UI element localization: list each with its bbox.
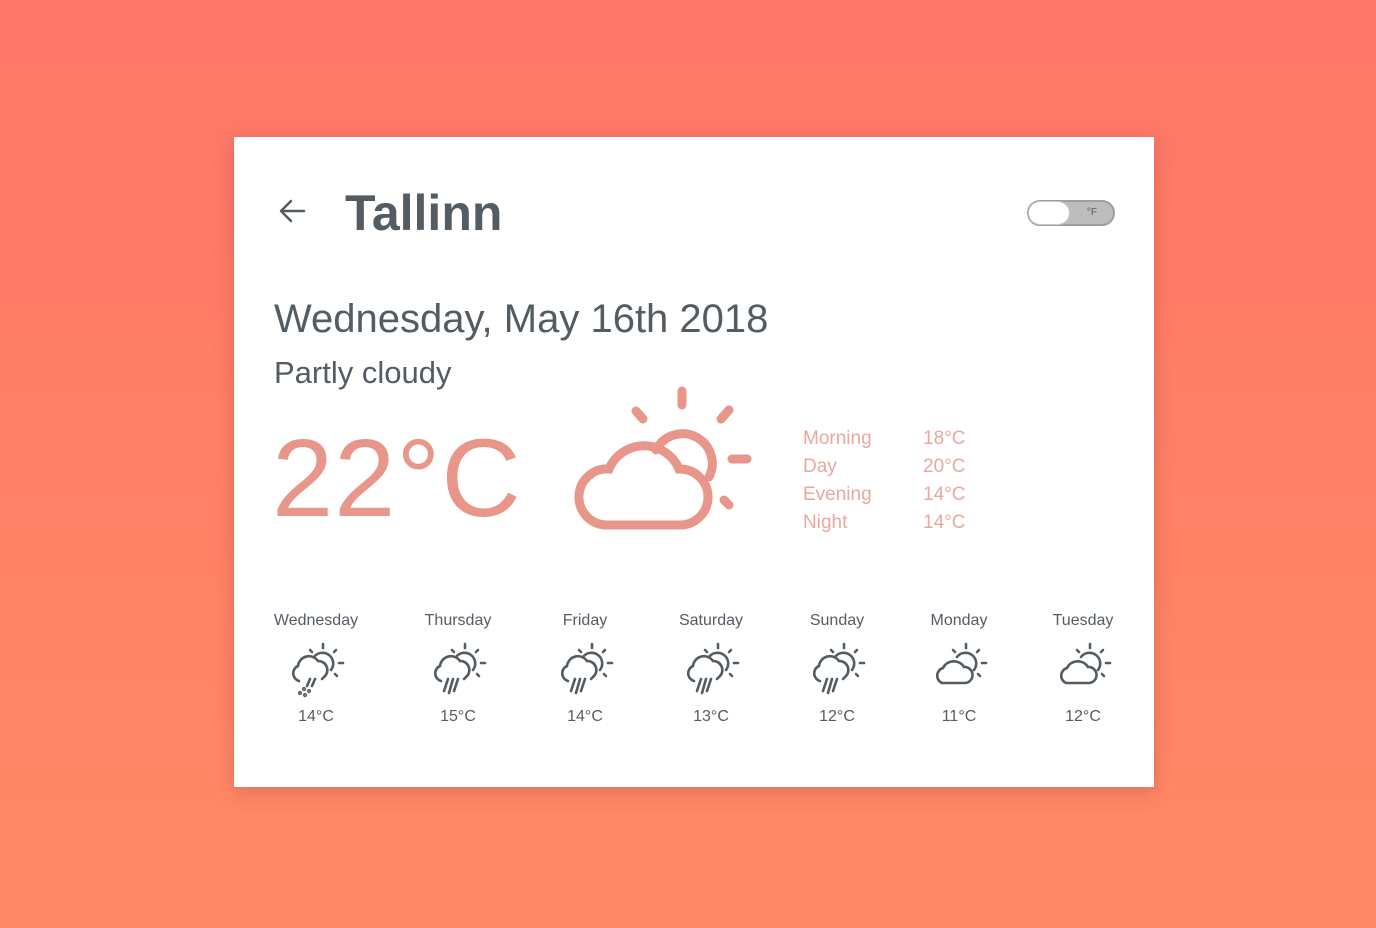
sun-cloud-rain-icon (560, 642, 614, 695)
forecast-day-name: Tuesday (1052, 612, 1114, 629)
sun-cloud-rain-icon (686, 642, 740, 695)
forecast-day[interactable]: Friday 14°C (530, 609, 640, 727)
forecast-day-temp: 12°C (1065, 708, 1101, 725)
forecast-day-temp: 15°C (440, 708, 476, 725)
day-part-row: Day 20°C (803, 453, 1003, 481)
city-title: Tallinn (345, 185, 503, 241)
day-part-temp: 18°C (923, 428, 966, 449)
forecast-day[interactable]: Saturday 13°C (656, 609, 766, 727)
sun-cloud-rain-icon (433, 642, 487, 695)
forecast-day[interactable]: Sunday 12°C (782, 609, 892, 727)
day-part-name: Evening (803, 484, 872, 505)
forecast-day-temp: 11°C (941, 708, 977, 725)
day-parts-list: Morning 18°C Day 20°C Evening 14°C Night… (803, 425, 1003, 537)
forecast-day-name: Thursday (424, 612, 492, 629)
forecast-day-name: Wednesday (273, 612, 359, 629)
current-temperature: 22°C (272, 417, 522, 540)
forecast-day-temp: 13°C (693, 708, 729, 725)
weekly-forecast: Wednesday 14°C Thursday 15°C Friday 14°C… (234, 609, 1154, 739)
forecast-day-name: Monday (930, 612, 988, 629)
unit-toggle[interactable]: °F (1027, 200, 1115, 226)
forecast-day[interactable]: Thursday 15°C (403, 609, 513, 727)
forecast-day-name: Friday (562, 612, 608, 629)
forecast-day-name: Sunday (809, 612, 865, 629)
back-arrow-icon[interactable] (276, 195, 308, 227)
day-part-name: Night (803, 512, 848, 533)
current-condition: Partly cloudy (274, 355, 452, 390)
day-part-temp: 20°C (923, 456, 966, 477)
day-part-name: Morning (803, 428, 872, 449)
day-part-temp: 14°C (923, 512, 966, 533)
day-part-name: Day (803, 456, 837, 477)
day-part-temp: 14°C (923, 484, 966, 505)
forecast-day[interactable]: Wednesday 14°C (261, 609, 371, 727)
forecast-day-temp: 12°C (819, 708, 855, 725)
forecast-day-temp: 14°C (567, 708, 603, 725)
sun-cloud-rain-icon (812, 642, 866, 695)
day-part-row: Night 14°C (803, 509, 1003, 537)
forecast-day[interactable]: Monday 11°C (904, 609, 1014, 727)
partly-cloudy-icon (574, 386, 752, 530)
day-part-row: Evening 14°C (803, 481, 1003, 509)
current-date: Wednesday, May 16th 2018 (274, 297, 769, 341)
forecast-day-name: Saturday (678, 612, 744, 629)
toggle-knob (1029, 202, 1069, 224)
partly-cloudy-icon (935, 642, 988, 685)
forecast-day-temp: 14°C (298, 708, 334, 725)
weather-card: Tallinn °F Wednesday, May 16th 2018 Part… (234, 137, 1154, 787)
sun-cloud-sleet-icon (291, 642, 345, 698)
unit-toggle-label: °F (1086, 207, 1097, 218)
day-part-row: Morning 18°C (803, 425, 1003, 453)
forecast-day[interactable]: Tuesday 12°C (1028, 609, 1138, 727)
partly-cloudy-icon (1059, 642, 1112, 685)
